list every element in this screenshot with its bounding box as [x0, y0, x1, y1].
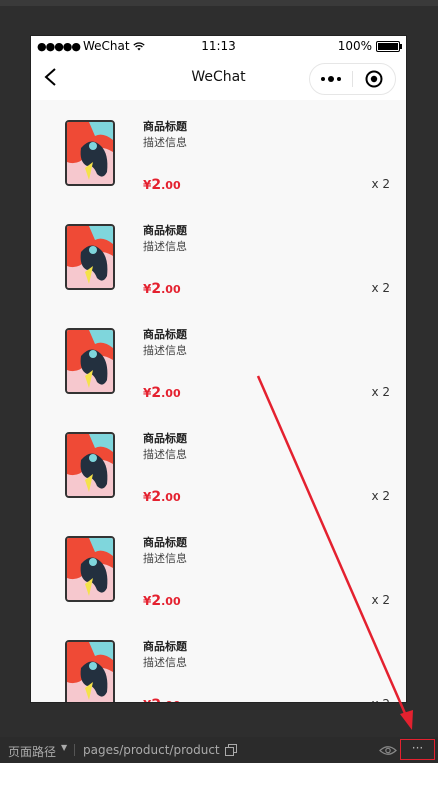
- caret-down-icon[interactable]: ▼: [61, 743, 67, 752]
- product-price: ¥2.00: [143, 486, 181, 505]
- page-path-label[interactable]: 页面路径: [8, 743, 56, 760]
- product-title: 商品标题: [143, 328, 187, 341]
- product-image: [65, 224, 115, 290]
- close-button[interactable]: [353, 64, 395, 94]
- product-image: [65, 536, 115, 602]
- menu-capsule: [309, 63, 396, 95]
- product-image: [65, 640, 115, 702]
- product-quantity: x 2: [371, 177, 390, 191]
- product-description: 描述信息: [143, 552, 187, 565]
- product-item[interactable]: 商品标题描述信息 ¥2.00 x 2: [31, 630, 406, 702]
- product-price: ¥2.00: [143, 174, 181, 193]
- eye-icon[interactable]: [379, 745, 397, 756]
- product-item[interactable]: 商品标题描述信息¥2.00x 2: [31, 100, 406, 110]
- product-title: 商品标题: [143, 640, 187, 653]
- product-image: [65, 120, 115, 186]
- product-image: [65, 432, 115, 498]
- product-list[interactable]: 商品标题 描述信息 ¥2.00 x 2 商品标题 描述信息 ¥2.00 x 2 商品标题 描述信息…: [31, 100, 406, 702]
- page-path-value: pages/product/product: [83, 743, 220, 757]
- product-description: 描述信息: [143, 656, 187, 669]
- price-decimal: .00: [161, 283, 181, 296]
- price-decimal: .00: [161, 699, 181, 702]
- phone-screen: ●●●●● WeChat 11:13 100% WeChat 商品标题 描述信息…: [31, 36, 406, 702]
- price-integer: 2: [151, 385, 162, 401]
- copy-icon[interactable]: [225, 744, 237, 756]
- price-integer: 2: [151, 177, 162, 193]
- price-integer: 2: [151, 697, 161, 702]
- price-decimal: .00: [161, 595, 181, 608]
- product-item[interactable]: 商品标题描述信息 ¥2.00 x 2: [31, 526, 406, 630]
- product-list-content: 商品标题 描述信息 ¥2.00 x 2 商品标题 描述信息 ¥2.00 x 2 商品标题 描述信息…: [31, 100, 406, 702]
- price-decimal: .00: [161, 491, 181, 504]
- status-bar: ●●●●● WeChat 11:13 100%: [31, 36, 406, 56]
- product-price: ¥2.00: [143, 694, 181, 702]
- product-title: 商品标题: [143, 120, 187, 133]
- product-item[interactable]: 商品标题描述信息 ¥2.00 x 2: [31, 422, 406, 526]
- price-integer: 2: [151, 489, 162, 505]
- product-image: [65, 328, 115, 394]
- close-circle-icon: [365, 70, 383, 88]
- bottom-divider: [74, 744, 75, 756]
- status-right: 100%: [337, 39, 402, 53]
- price-decimal: .00: [161, 179, 181, 192]
- ide-top-strip: [0, 0, 438, 6]
- more-options-button[interactable]: ···: [400, 739, 435, 760]
- product-title: 商品标题: [143, 536, 187, 549]
- product-description: 描述信息: [143, 344, 187, 357]
- product-price: ¥2.00: [143, 278, 181, 297]
- product-item[interactable]: 商品标题描述信息 ¥2.00 x 2: [31, 318, 406, 422]
- more-dots-icon: [321, 76, 341, 82]
- product-description: 描述信息: [143, 136, 187, 149]
- product-price: ¥2.00: [143, 590, 181, 609]
- battery-percent: 100%: [337, 39, 372, 53]
- product-quantity: x 2: [371, 281, 390, 295]
- product-quantity: x 2: [371, 697, 390, 702]
- price-integer: 2: [151, 593, 162, 609]
- product-item[interactable]: 商品标题描述信息 ¥2.00 x 2: [31, 110, 406, 214]
- product-description: 描述信息: [143, 240, 187, 253]
- product-quantity: x 2: [371, 385, 390, 399]
- more-dots-button[interactable]: [310, 64, 352, 94]
- product-quantity: x 2: [371, 489, 390, 503]
- product-quantity: x 2: [371, 593, 390, 607]
- product-item[interactable]: 商品标题描述信息 ¥2.00 x 2: [31, 214, 406, 318]
- product-title: 商品标题: [143, 432, 187, 445]
- ide-bottom-bar: 页面路径 ▼ pages/product/product ···: [0, 737, 438, 763]
- price-decimal: .00: [161, 387, 181, 400]
- price-integer: 2: [151, 281, 162, 297]
- navigation-bar: WeChat: [31, 56, 406, 100]
- product-title: 商品标题: [143, 224, 187, 237]
- product-description: 描述信息: [143, 448, 187, 461]
- product-price: ¥2.00: [143, 382, 181, 401]
- battery-icon: [376, 40, 402, 52]
